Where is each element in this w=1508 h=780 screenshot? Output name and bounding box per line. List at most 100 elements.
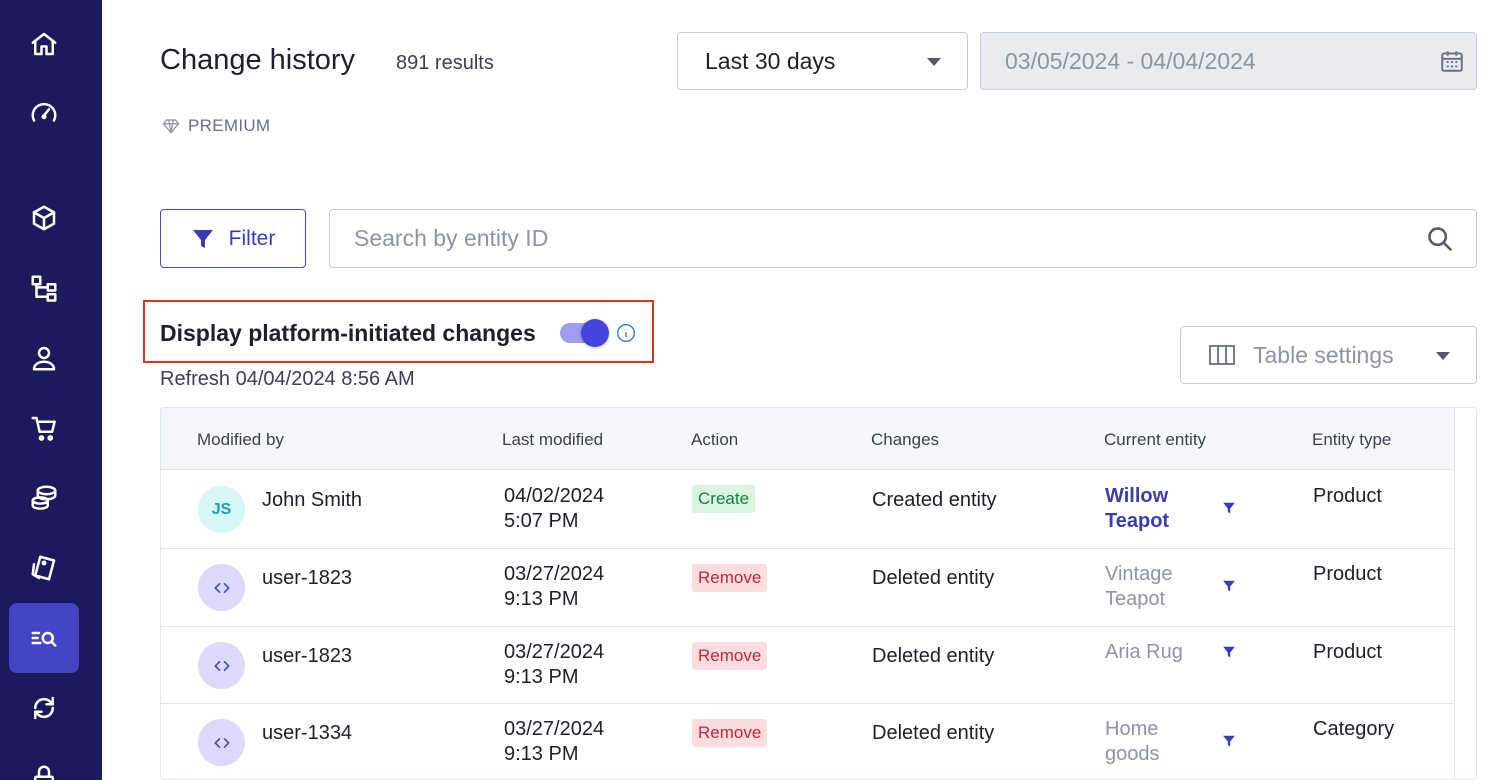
- changes-text: Deleted entity: [872, 645, 995, 667]
- filter-funnel-icon[interactable]: [1222, 579, 1236, 593]
- nav-orders[interactable]: [9, 393, 79, 463]
- changes-text: Deleted entity: [872, 722, 995, 744]
- nav-sync[interactable]: [9, 673, 79, 743]
- code-icon: [214, 737, 229, 748]
- premium-badge: PREMIUM: [162, 116, 270, 136]
- date-range-value: 03/05/2024 - 04/04/2024: [1005, 47, 1256, 74]
- entity-link: Home goods: [1105, 718, 1160, 765]
- modified-date: 03/27/2024: [504, 563, 605, 585]
- column-header-changes[interactable]: Changes: [871, 430, 939, 450]
- code-icon: [214, 582, 229, 593]
- entity-type: Product: [1313, 485, 1382, 507]
- column-header-entity-type[interactable]: Entity type: [1312, 430, 1391, 450]
- column-header-last-modified[interactable]: Last modified: [502, 430, 603, 450]
- database-icon: [31, 485, 57, 510]
- home-icon: [31, 32, 57, 56]
- column-header-action[interactable]: Action: [691, 430, 738, 450]
- filter-button[interactable]: Filter: [160, 209, 306, 268]
- avatar: [198, 564, 245, 611]
- cart-icon: [31, 416, 56, 441]
- action-badge: Remove: [692, 564, 768, 592]
- sync-icon: [33, 696, 55, 720]
- nav-change-history[interactable]: [9, 603, 79, 673]
- date-range-select[interactable]: Last 30 days: [677, 32, 968, 90]
- nav-home[interactable]: [9, 9, 79, 79]
- entity-link[interactable]: Willow Teapot: [1105, 484, 1215, 534]
- refresh-timestamp: Refresh 04/04/2024 8:56 AM: [160, 368, 415, 390]
- action-badge: Remove: [692, 719, 768, 747]
- date-range-field[interactable]: 03/05/2024 - 04/04/2024: [980, 32, 1477, 90]
- nav-dashboard[interactable]: [9, 78, 79, 148]
- search-box: [329, 209, 1477, 268]
- nav-security[interactable]: [9, 743, 79, 780]
- lock-icon: [34, 765, 54, 780]
- modified-time: 5:07 PM: [504, 510, 579, 532]
- modified-time: 9:13 PM: [504, 666, 579, 688]
- column-header-modified-by[interactable]: Modified by: [197, 430, 284, 450]
- column-header-current-entity[interactable]: Current entity: [1104, 430, 1206, 450]
- modified-by: user-1334: [262, 722, 353, 744]
- modified-by: John Smith: [262, 489, 363, 511]
- nav-data[interactable]: [9, 463, 79, 533]
- changes-text: Created entity: [872, 489, 997, 511]
- avatar: JS: [198, 486, 245, 533]
- table-settings-button[interactable]: Table settings: [1180, 326, 1477, 384]
- info-icon[interactable]: [616, 323, 636, 343]
- chevron-down-icon: [1436, 352, 1450, 360]
- user-icon: [32, 346, 56, 371]
- modified-time: 9:13 PM: [504, 588, 579, 610]
- nav-products[interactable]: [9, 183, 79, 253]
- filter-funnel-icon[interactable]: [1222, 501, 1236, 515]
- nav-users[interactable]: [9, 323, 79, 393]
- filter-funnel-icon: [192, 229, 213, 248]
- code-icon: [214, 660, 229, 671]
- modified-date: 03/27/2024: [504, 641, 605, 663]
- modified-time: 9:13 PM: [504, 743, 579, 765]
- table-row[interactable]: user-1334 03/27/2024 9:13 PM Remove Dele…: [161, 704, 1455, 779]
- table-row[interactable]: user-1823 03/27/2024 9:13 PM Remove Dele…: [161, 549, 1455, 627]
- table-header: Modified by Last modified Action Changes…: [161, 408, 1455, 470]
- calendar-icon[interactable]: [1439, 48, 1465, 74]
- table-scrollbar[interactable]: [1454, 408, 1476, 779]
- table-row[interactable]: JS John Smith 04/02/2024 5:07 PM Create …: [161, 470, 1455, 549]
- nav-tags[interactable]: [9, 533, 79, 603]
- filter-funnel-icon[interactable]: [1222, 645, 1236, 659]
- modified-by: user-1823: [262, 567, 353, 589]
- entity-type: Category: [1313, 718, 1395, 740]
- entity-type: Product: [1313, 563, 1382, 585]
- tags-icon: [31, 555, 56, 581]
- action-badge: Create: [692, 485, 756, 513]
- columns-icon: [1209, 343, 1235, 373]
- sidebar-nav: [0, 0, 102, 780]
- results-count: 891 results: [396, 52, 494, 74]
- avatar: [198, 642, 245, 689]
- action-badge: Remove: [692, 642, 768, 670]
- cube-icon: [32, 205, 56, 231]
- modified-date: 03/27/2024: [504, 718, 605, 740]
- toggle-knob: [581, 319, 609, 347]
- diamond-icon: [162, 119, 180, 134]
- search-icon[interactable]: [1426, 225, 1454, 258]
- table-row[interactable]: user-1823 03/27/2024 9:13 PM Remove Dele…: [161, 627, 1455, 704]
- changes-text: Deleted entity: [872, 567, 995, 589]
- hierarchy-icon: [31, 275, 57, 302]
- date-range-select-value: Last 30 days: [705, 47, 836, 74]
- platform-changes-toggle[interactable]: [560, 319, 609, 347]
- filter-funnel-icon[interactable]: [1222, 734, 1236, 748]
- chevron-down-icon: [927, 58, 941, 66]
- platform-changes-label: Display platform-initiated changes: [160, 320, 536, 346]
- page-title: Change history: [160, 44, 356, 76]
- modified-by: user-1823: [262, 645, 353, 667]
- nav-hierarchy[interactable]: [9, 253, 79, 323]
- search-list-icon: [31, 631, 57, 647]
- entity-link: Aria Rug: [1105, 641, 1183, 663]
- entity-type: Product: [1313, 641, 1382, 663]
- entity-link: Vintage Teapot: [1105, 563, 1173, 610]
- search-input[interactable]: [354, 225, 1452, 252]
- change-history-table: Modified by Last modified Action Changes…: [160, 407, 1477, 780]
- premium-label: PREMIUM: [188, 116, 271, 135]
- avatar: [198, 719, 245, 766]
- table-settings-label: Table settings: [1253, 341, 1394, 368]
- filter-button-label: Filter: [228, 226, 276, 250]
- modified-date: 04/02/2024: [504, 485, 605, 507]
